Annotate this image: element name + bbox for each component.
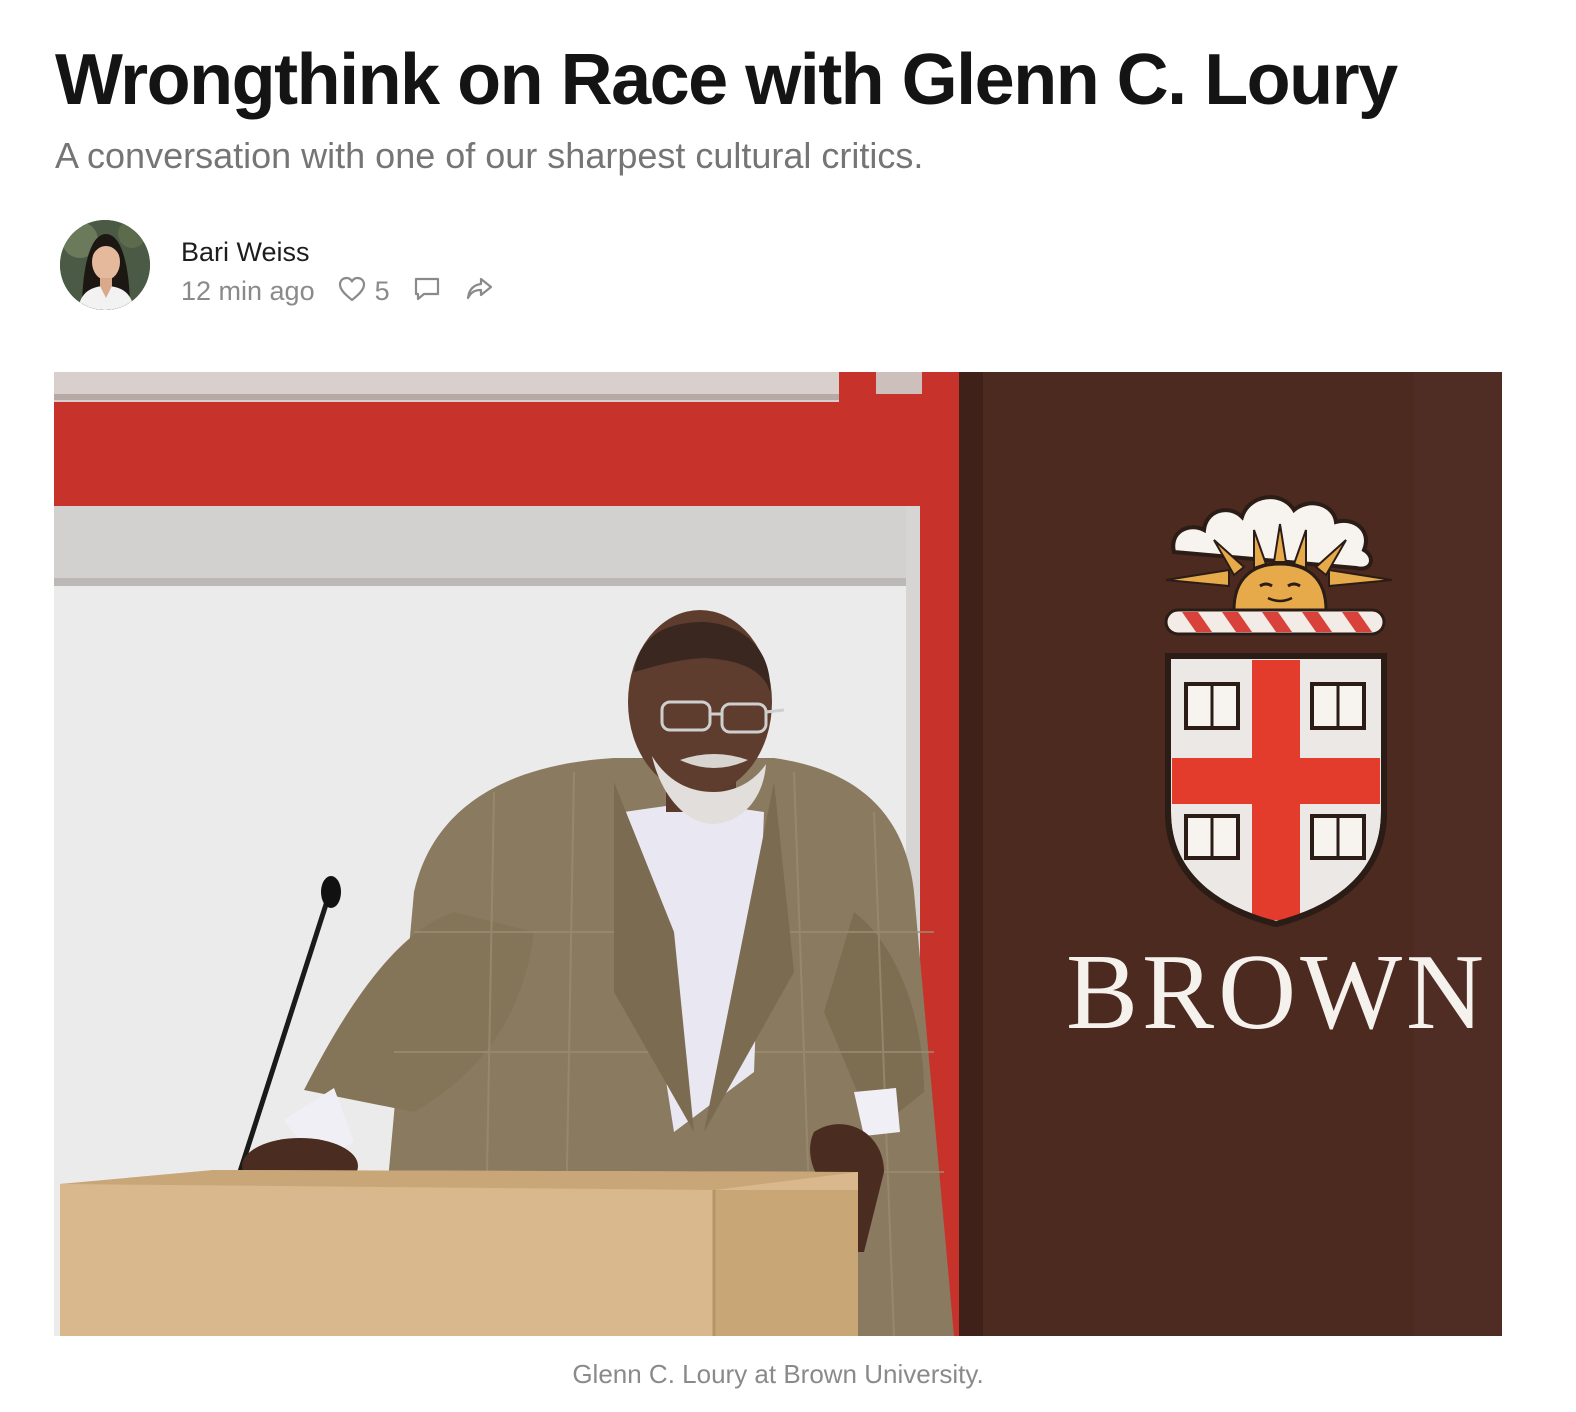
author-avatar[interactable]	[60, 220, 150, 310]
post-subtitle: A conversation with one of our sharpest …	[55, 135, 924, 176]
image-caption: Glenn C. Loury at Brown University.	[572, 1359, 984, 1389]
like-button[interactable]: 5	[337, 275, 390, 308]
like-count: 5	[374, 276, 390, 306]
avatar-image	[60, 220, 150, 310]
comment-button[interactable]	[412, 274, 442, 309]
banner-text: BROWN	[1066, 933, 1488, 1052]
hero-image[interactable]: BROWN	[54, 372, 1502, 1336]
post-meta: 12 min ago 5	[181, 274, 494, 308]
share-icon	[464, 274, 494, 309]
hero-photo: BROWN	[54, 372, 1502, 1336]
heart-icon	[337, 275, 367, 308]
post-title: Wrongthink on Race with Glenn C. Loury	[55, 40, 1398, 120]
share-button[interactable]	[464, 274, 494, 309]
author-name[interactable]: Bari Weiss	[181, 236, 310, 268]
hero-figure: BROWN Glenn C. Loury at Brown University…	[54, 372, 1502, 1389]
comment-icon	[412, 274, 442, 309]
byline: Bari Weiss 12 min ago 5	[60, 220, 660, 312]
post-timestamp: 12 min ago	[181, 276, 315, 306]
